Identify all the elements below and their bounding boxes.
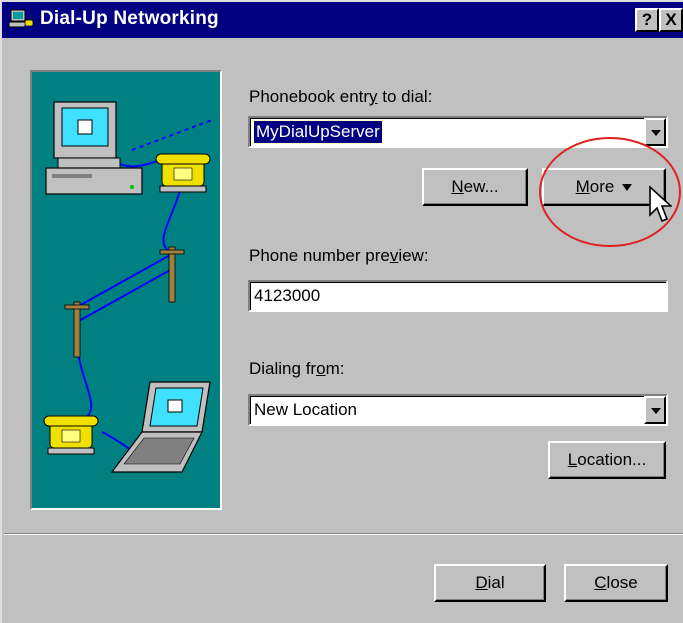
network-illustration-graphic: [43, 101, 213, 473]
window-title: Dial-Up Networking: [40, 8, 219, 29]
close-button[interactable]: Close: [564, 564, 668, 602]
dial-up-networking-icon: [8, 9, 34, 28]
dialing-from-label: Dialing from:: [249, 359, 345, 378]
new-button[interactable]: New...: [422, 168, 528, 206]
phone-preview-label: Phone number preview:: [249, 246, 429, 265]
dialing-from-select[interactable]: New Location: [248, 394, 668, 426]
phonebook-entry-value: MyDialUpServer: [253, 120, 383, 144]
help-button[interactable]: ?: [635, 8, 659, 32]
close-window-button[interactable]: X: [659, 8, 683, 32]
dial-button[interactable]: Dial: [434, 564, 546, 602]
phone-number-preview-field[interactable]: 4123000: [248, 280, 668, 312]
dialup-window: Dial-Up Networking ? X Phonebook entry t…: [0, 0, 683, 623]
phonebook-label: Phonebook entry to dial:: [249, 87, 433, 106]
location-button[interactable]: Location...: [548, 441, 666, 479]
dialing-from-dropdown-button[interactable]: [644, 396, 666, 424]
arrow-cursor-icon: [649, 185, 672, 223]
phonebook-dropdown-button[interactable]: [644, 118, 666, 146]
title-bar[interactable]: Dial-Up Networking ? X: [2, 2, 683, 38]
computer-modem-phone-laptop-illustration: [30, 70, 222, 510]
separator: [4, 533, 683, 535]
